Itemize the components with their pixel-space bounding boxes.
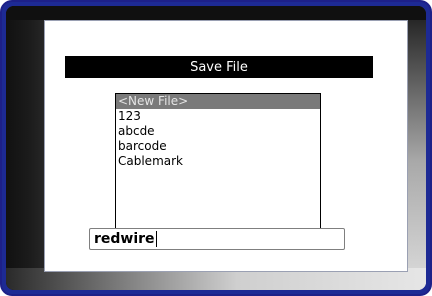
- file-list[interactable]: <New File> 123 abcde barcode Cablemark: [115, 93, 321, 231]
- file-list-item[interactable]: barcode: [116, 139, 320, 154]
- text-caret: [155, 231, 157, 247]
- file-list-item[interactable]: abcde: [116, 124, 320, 139]
- dialog-title: Save File: [190, 59, 248, 75]
- filename-value: redwire: [94, 231, 155, 247]
- file-list-item[interactable]: Cablemark: [116, 154, 320, 169]
- dialog-title-bar: Save File: [65, 56, 373, 78]
- file-list-item[interactable]: 123: [116, 109, 320, 124]
- bezel-top: [6, 6, 426, 20]
- file-list-item[interactable]: <New File>: [116, 94, 320, 109]
- device-frame: Save File <New File> 123 abcde barcode C…: [0, 0, 432, 296]
- save-file-dialog: Save File <New File> 123 abcde barcode C…: [44, 20, 408, 272]
- filename-input[interactable]: redwire: [89, 228, 345, 250]
- bezel-left: [6, 6, 44, 290]
